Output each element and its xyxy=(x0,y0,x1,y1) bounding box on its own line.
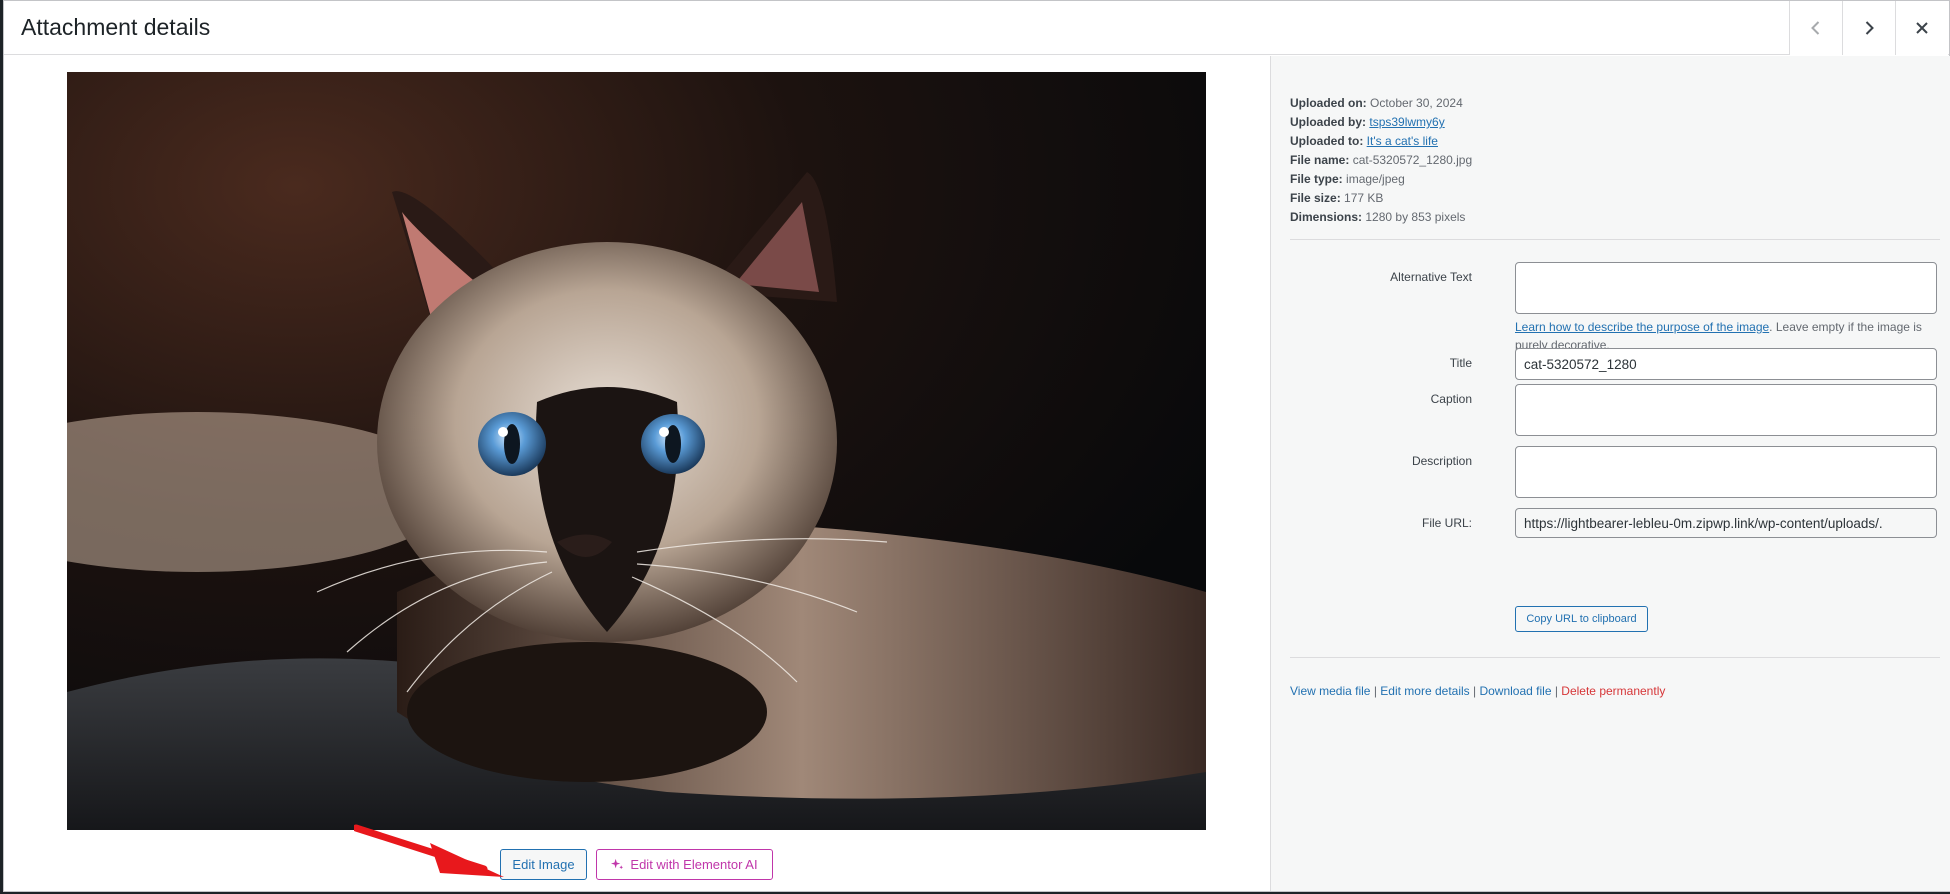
dimensions-row: Dimensions: 1280 by 853 pixels xyxy=(1290,210,1466,224)
file-type-value: image/jpeg xyxy=(1346,172,1405,186)
divider xyxy=(1290,239,1940,240)
uploaded-to-link[interactable]: It's a cat's life xyxy=(1367,134,1438,148)
description-label: Description xyxy=(1411,454,1472,468)
close-button[interactable] xyxy=(1895,1,1948,55)
dimensions-value: 1280 by 853 pixels xyxy=(1365,210,1466,224)
uploaded-by-link[interactable]: tsps39lwmy6y xyxy=(1369,115,1444,129)
attachment-details-modal: Attachment details Edit Image Edit with … xyxy=(3,0,1950,892)
next-button[interactable] xyxy=(1842,1,1895,55)
uploaded-by-row: Uploaded by: tsps39lwmy6y xyxy=(1290,115,1445,129)
modal-content: Edit Image Edit with Elementor AI Upload… xyxy=(4,56,1950,891)
media-preview-area: Edit Image Edit with Elementor AI xyxy=(4,56,1270,891)
alt-text-help-link[interactable]: Learn how to describe the purpose of the… xyxy=(1515,320,1769,334)
file-size-value: 177 KB xyxy=(1344,191,1384,205)
cat-photo-illustration xyxy=(67,72,1206,830)
caption-field[interactable] xyxy=(1515,384,1937,436)
file-size-row: File size: 177 KB xyxy=(1290,191,1384,205)
title-field[interactable]: cat-5320572_1280 xyxy=(1515,348,1937,380)
file-name-row: File name: cat-5320572_1280.jpg xyxy=(1290,153,1473,167)
modal-title: Attachment details xyxy=(21,14,211,40)
file-url-field[interactable]: https://lightbearer-lebleu-0m.zipwp.link… xyxy=(1515,508,1937,538)
description-field[interactable] xyxy=(1515,446,1937,498)
close-icon xyxy=(1916,22,1928,34)
title-label: Title xyxy=(1449,356,1472,370)
sparkle-icon xyxy=(611,858,624,870)
file-type-row: File type: image/jpeg xyxy=(1290,172,1405,186)
edit-image-button[interactable]: Edit Image xyxy=(500,849,587,880)
alt-text-label: Alternative Text xyxy=(1390,270,1472,284)
caption-label: Caption xyxy=(1430,392,1472,406)
uploaded-on-row: Uploaded on: October 30, 2024 xyxy=(1290,96,1463,110)
divider xyxy=(1290,657,1940,658)
alt-text-field[interactable] xyxy=(1515,262,1937,314)
edit-with-elementor-ai-button[interactable]: Edit with Elementor AI xyxy=(596,849,773,880)
chevron-left-icon xyxy=(1811,21,1820,35)
image-actions: Edit Image Edit with Elementor AI xyxy=(4,849,1270,883)
file-name-value: cat-5320572_1280.jpg xyxy=(1352,153,1473,167)
edit-more-details-link[interactable]: Edit more details xyxy=(1380,684,1469,698)
download-file-link[interactable]: Download file xyxy=(1479,684,1551,698)
delete-permanently-link[interactable]: Delete permanently xyxy=(1561,684,1665,698)
uploaded-to-row: Uploaded to: It's a cat's life xyxy=(1290,134,1438,148)
file-details: Uploaded on: October 30, 2024 Uploaded b… xyxy=(1290,94,1472,227)
attachment-sidebar: Uploaded on: October 30, 2024 Uploaded b… xyxy=(1270,56,1950,891)
view-media-file-link[interactable]: View media file xyxy=(1290,684,1370,698)
attachment-image xyxy=(67,72,1206,830)
previous-button[interactable] xyxy=(1789,1,1842,55)
file-url-label: File URL: xyxy=(1421,516,1472,530)
edit-with-elementor-ai-label: Edit with Elementor AI xyxy=(630,857,758,872)
modal-header: Attachment details xyxy=(4,1,1949,55)
attachment-links: View media file | Edit more details | Do… xyxy=(1290,684,1666,698)
chevron-right-icon xyxy=(1865,21,1874,35)
copy-url-button[interactable]: Copy URL to clipboard xyxy=(1515,606,1648,632)
uploaded-on-value: October 30, 2024 xyxy=(1370,96,1463,110)
